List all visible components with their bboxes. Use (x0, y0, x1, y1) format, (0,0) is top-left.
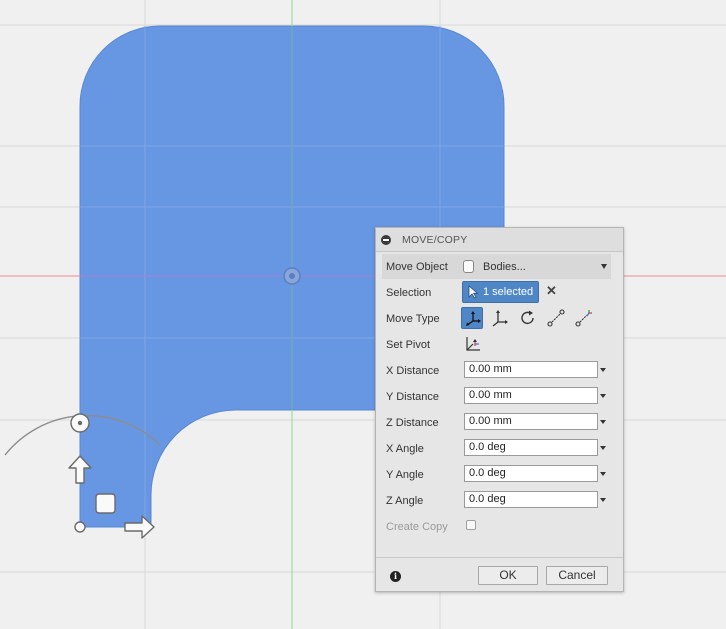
rotate-icon (521, 310, 534, 325)
point-to-position-icon (575, 310, 592, 327)
chevron-down-icon[interactable] (600, 472, 606, 476)
move-type-row: Move Type (376, 306, 623, 332)
body-icon (463, 260, 474, 273)
plane-handle-icon[interactable] (95, 493, 116, 514)
move-type-label: Move Type (386, 313, 440, 325)
rotation-handle-icon[interactable] (70, 413, 90, 433)
chevron-down-icon[interactable] (600, 498, 606, 502)
x-distance-row: X Distance 0.00 mm (376, 358, 623, 384)
origin-marker-icon (283, 267, 301, 285)
move-object-label: Move Object (386, 261, 448, 273)
move-copy-dialog: MOVE/COPY Move Object Bodies... Selectio… (375, 227, 624, 592)
z-angle-row: Z Angle 0.0 deg (376, 488, 623, 514)
point-to-position-button[interactable] (573, 307, 595, 329)
create-copy-label: Create Copy (386, 521, 448, 533)
pivot-icon[interactable] (464, 335, 482, 353)
create-copy-row: Create Copy (376, 514, 623, 540)
collapse-icon[interactable] (381, 235, 391, 245)
z-distance-input[interactable]: 0.00 mm (464, 413, 598, 430)
selection-count: 1 selected (483, 286, 534, 298)
x-angle-label: X Angle (386, 443, 424, 455)
ok-button[interactable]: OK (478, 566, 538, 585)
selection-label: Selection (386, 287, 432, 299)
dialog-header[interactable]: MOVE/COPY (376, 228, 623, 252)
dialog-footer: i OK Cancel (376, 557, 623, 591)
free-move-button[interactable] (461, 307, 483, 329)
x-distance-input[interactable]: 0.00 mm (464, 361, 598, 378)
y-distance-row: Y Distance 0.00 mm (376, 384, 623, 410)
cursor-arrow-icon (468, 285, 479, 299)
manipulator-origin-icon[interactable] (74, 521, 86, 533)
z-distance-row: Z Distance 0.00 mm (376, 410, 623, 436)
set-pivot-label: Set Pivot (386, 339, 431, 351)
translate-icon (492, 310, 508, 327)
dialog-title: MOVE/COPY (402, 234, 468, 246)
y-distance-label: Y Distance (386, 391, 439, 403)
free-move-icon (466, 311, 481, 326)
chevron-down-icon[interactable] (600, 394, 606, 398)
y-angle-label: Y Angle (386, 469, 424, 481)
y-distance-input[interactable]: 0.00 mm (464, 387, 598, 404)
x-distance-label: X Distance (386, 365, 440, 377)
move-object-row: Move Object Bodies... (376, 254, 623, 280)
z-angle-label: Z Angle (386, 495, 424, 507)
z-distance-label: Z Distance (386, 417, 439, 429)
translate-button[interactable] (489, 307, 511, 329)
selection-button[interactable]: 1 selected (462, 281, 539, 303)
z-angle-input[interactable]: 0.0 deg (464, 491, 598, 508)
point-to-point-button[interactable] (545, 307, 567, 329)
x-angle-row: X Angle 0.0 deg (376, 436, 623, 462)
y-angle-input[interactable]: 0.0 deg (464, 465, 598, 482)
chevron-down-icon[interactable] (600, 368, 606, 372)
clear-selection-icon[interactable]: ✕ (546, 284, 557, 298)
selection-row: Selection 1 selected ✕ (376, 280, 623, 306)
chevron-down-icon[interactable] (601, 264, 607, 269)
y-angle-row: Y Angle 0.0 deg (376, 462, 623, 488)
x-angle-input[interactable]: 0.0 deg (464, 439, 598, 456)
rotate-button[interactable] (517, 307, 539, 329)
chevron-down-icon[interactable] (600, 420, 606, 424)
create-copy-checkbox[interactable] (466, 520, 476, 530)
move-object-value: Bodies... (483, 261, 526, 273)
cancel-button[interactable]: Cancel (546, 566, 608, 585)
info-icon[interactable]: i (390, 571, 401, 582)
point-to-point-icon (547, 309, 565, 327)
chevron-down-icon[interactable] (600, 446, 606, 450)
move-object-dropdown[interactable]: Bodies... (461, 258, 611, 276)
set-pivot-row: Set Pivot (376, 332, 623, 358)
